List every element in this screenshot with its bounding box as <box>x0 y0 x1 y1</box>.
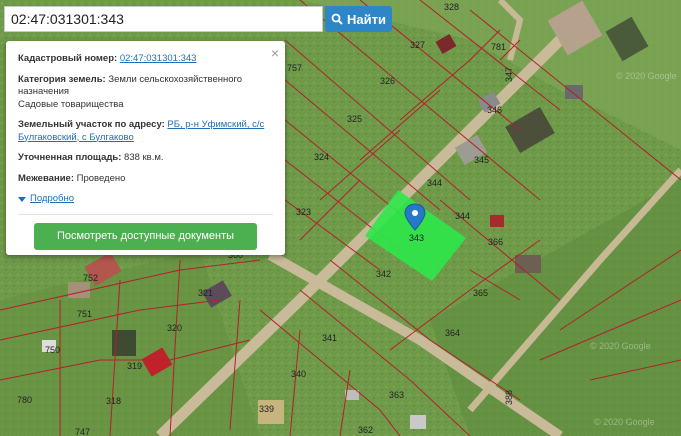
survey-value: Проведено <box>76 172 126 184</box>
cadastral-search-input[interactable] <box>5 7 322 31</box>
cadastral-number-link[interactable]: 02:47:031301:343 <box>120 53 197 64</box>
address-row: Земельный участок по адресу: РБ, р-н Уфи… <box>18 119 273 144</box>
svg-text:324: 324 <box>314 152 329 162</box>
svg-text:343: 343 <box>409 233 424 243</box>
triangle-down-icon <box>18 196 26 202</box>
svg-text:328: 328 <box>444 2 459 12</box>
svg-text:344: 344 <box>427 178 442 188</box>
svg-text:323: 323 <box>296 207 311 217</box>
search-button-label: Найти <box>347 11 386 27</box>
google-watermark: © 2020 Google <box>590 341 651 351</box>
area-label: Уточненная площадь: <box>18 152 122 163</box>
svg-text:327: 327 <box>410 40 425 50</box>
details-toggle[interactable]: Подробно <box>18 193 273 206</box>
close-icon[interactable]: × <box>271 46 279 60</box>
svg-text:326: 326 <box>380 76 395 86</box>
google-watermark: © 2020 Google <box>594 417 655 427</box>
svg-text:320: 320 <box>167 323 182 333</box>
building <box>490 215 504 227</box>
svg-text:325: 325 <box>347 114 362 124</box>
svg-text:365: 365 <box>473 288 488 298</box>
address-label: Земельный участок по адресу: <box>18 119 165 130</box>
svg-text:318: 318 <box>106 396 121 406</box>
svg-text:321: 321 <box>198 288 213 298</box>
area-value: 838 кв.м. <box>124 152 164 163</box>
survey-label: Межевание: <box>18 172 74 184</box>
divider <box>18 213 273 215</box>
details-link[interactable]: Подробно <box>30 193 74 206</box>
svg-text:319: 319 <box>127 361 142 371</box>
svg-text:346: 346 <box>487 105 502 115</box>
search-bar <box>4 6 323 32</box>
land-category-subvalue: Садовые товарищества <box>18 98 124 110</box>
building <box>410 415 426 429</box>
parcel-info-popup: × Кадастровый номер: 02:47:031301:343 Ка… <box>6 41 285 255</box>
svg-text:341: 341 <box>322 333 337 343</box>
view-documents-button[interactable]: Посмотреть доступные документы <box>34 222 257 250</box>
svg-text:751: 751 <box>77 309 92 319</box>
land-category-label: Категория земель: <box>18 73 106 85</box>
svg-text:388: 388 <box>504 390 514 405</box>
building <box>565 85 583 99</box>
building <box>515 255 541 273</box>
svg-text:366: 366 <box>488 237 503 247</box>
cadastral-number-label: Кадастровый номер: <box>18 53 118 64</box>
svg-text:750: 750 <box>45 345 60 355</box>
svg-text:781: 781 <box>491 42 506 52</box>
svg-text:362: 362 <box>358 425 373 435</box>
svg-text:339: 339 <box>259 404 274 414</box>
svg-text:364: 364 <box>445 328 460 338</box>
cadastral-number-row: Кадастровый номер: 02:47:031301:343 <box>18 53 273 66</box>
svg-text:345: 345 <box>474 155 489 165</box>
svg-text:752: 752 <box>83 273 98 283</box>
search-icon <box>331 13 343 25</box>
svg-text:340: 340 <box>291 369 306 379</box>
svg-text:747: 747 <box>75 427 90 436</box>
google-watermark: © 2020 Google <box>616 71 677 81</box>
svg-text:363: 363 <box>389 390 404 400</box>
search-button[interactable]: Найти <box>325 6 392 32</box>
svg-text:347: 347 <box>504 67 514 82</box>
svg-text:780: 780 <box>17 395 32 405</box>
svg-text:342: 342 <box>376 269 391 279</box>
survey-row: Межевание: Проведено <box>18 173 273 186</box>
svg-text:757: 757 <box>287 63 302 73</box>
svg-text:344: 344 <box>455 211 470 221</box>
land-category-row: Категория земель: Земли сельскохозяйстве… <box>18 74 273 112</box>
building <box>68 282 90 298</box>
area-row: Уточненная площадь: 838 кв.м. <box>18 152 273 165</box>
